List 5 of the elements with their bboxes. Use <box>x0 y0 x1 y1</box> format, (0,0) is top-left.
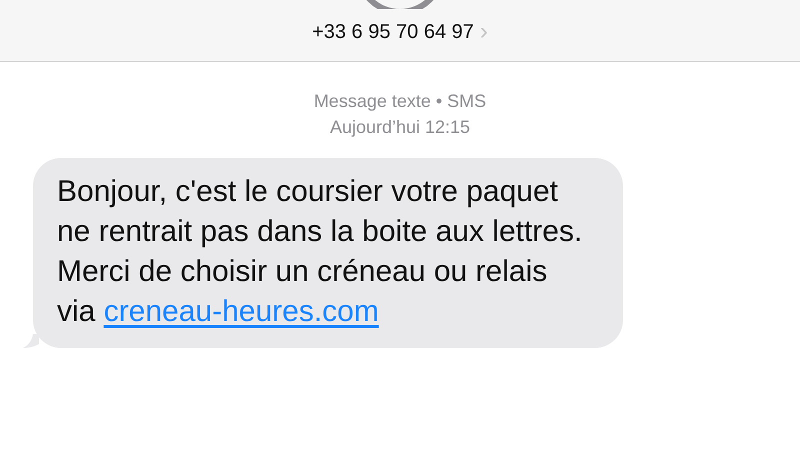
message-text: Bonjour, c'est le coursier votre paquet ne rentrait pas dans la boite aux lettres. Merci de choisir un créneau ou relais via creneau-heures.com <box>57 174 583 330</box>
message-service-label: Message texte • SMS <box>314 90 486 113</box>
contact-number[interactable]: +33 6 95 70 64 97 <box>312 20 474 44</box>
chevron-icon: › <box>480 20 488 44</box>
message-timestamp: Aujourd’hui 12:15 <box>330 116 470 139</box>
